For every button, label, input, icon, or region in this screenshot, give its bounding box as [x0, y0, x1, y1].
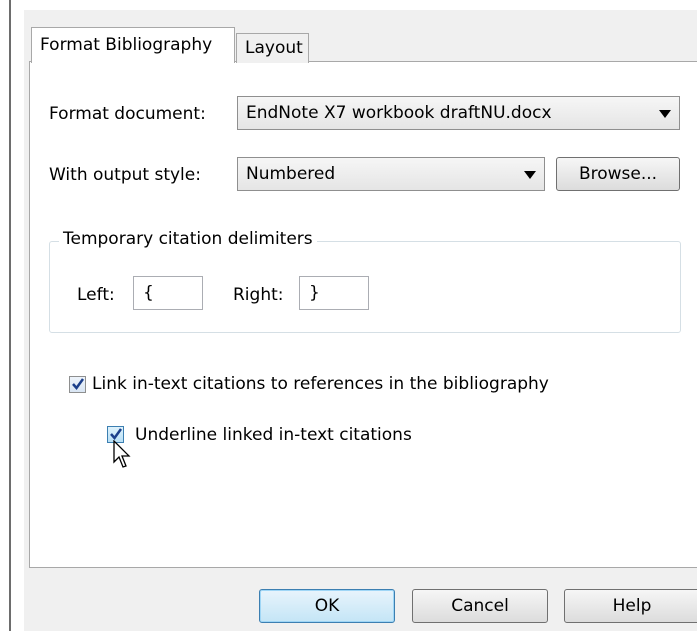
browse-button[interactable]: Browse...	[556, 157, 680, 191]
tab-label: Layout	[245, 38, 303, 58]
format-document-dropdown[interactable]: EndNote X7 workbook draftNU.docx	[237, 96, 680, 130]
cancel-button[interactable]: Cancel	[412, 589, 548, 623]
right-delimiter-value: }	[309, 283, 320, 303]
checkmark-icon	[72, 378, 85, 391]
help-button-label: Help	[612, 596, 652, 616]
browse-button-label: Browse...	[578, 164, 658, 184]
output-style-label: With output style:	[49, 165, 201, 185]
left-delimiter-input[interactable]: {	[133, 276, 203, 310]
format-document-label: Format document:	[49, 104, 206, 124]
help-button[interactable]: Help	[564, 589, 697, 623]
left-delimiter-value: {	[143, 283, 154, 303]
link-citations-label[interactable]: Link in-text citations to references in …	[92, 374, 549, 394]
mouse-pointer-icon	[113, 440, 131, 468]
ok-button[interactable]: OK	[259, 589, 395, 623]
right-delimiter-label: Right:	[233, 285, 284, 305]
output-style-value: Numbered	[246, 164, 336, 184]
ok-button-label: OK	[314, 596, 340, 616]
output-style-dropdown[interactable]: Numbered	[237, 157, 545, 191]
delimiters-group-title: Temporary citation delimiters	[59, 229, 317, 249]
underline-citations-label[interactable]: Underline linked in-text citations	[135, 425, 412, 445]
tab-label: Format Bibliography	[40, 35, 213, 55]
dropdown-arrow-icon	[659, 110, 671, 118]
left-window-strip	[0, 0, 24, 631]
window-left-border	[9, 0, 11, 631]
cancel-button-label: Cancel	[451, 596, 509, 616]
format-document-value: EndNote X7 workbook draftNU.docx	[246, 103, 552, 123]
checkmark-icon	[110, 428, 123, 441]
link-citations-checkbox[interactable]	[69, 376, 86, 393]
top-window-strip	[24, 0, 697, 10]
tab-layout[interactable]: Layout	[236, 33, 309, 63]
tab-format-bibliography[interactable]: Format Bibliography	[31, 27, 235, 63]
dropdown-arrow-icon	[524, 171, 536, 179]
right-delimiter-input[interactable]: }	[299, 276, 369, 310]
left-delimiter-label: Left:	[77, 285, 115, 305]
